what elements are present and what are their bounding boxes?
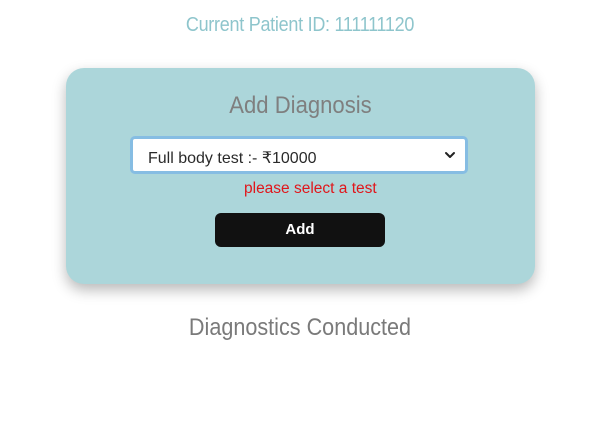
test-select[interactable]: Full body test :- ₹10000	[130, 136, 468, 174]
card-title: Add Diagnosis	[229, 92, 372, 119]
add-diagnosis-card: Add Diagnosis Full body test :- ₹10000 p…	[66, 68, 535, 284]
chevron-down-icon	[445, 152, 455, 158]
select-error-message: please select a test	[244, 180, 377, 197]
diagnostics-conducted-heading: Diagnostics Conducted	[188, 314, 412, 341]
test-select-value: Full body test :- ₹10000	[148, 150, 317, 167]
current-patient-id: Current Patient ID: 111111120	[185, 14, 415, 36]
page: Current Patient ID: 111111120 Add Diagno…	[0, 0, 612, 430]
add-button[interactable]: Add	[215, 213, 385, 247]
